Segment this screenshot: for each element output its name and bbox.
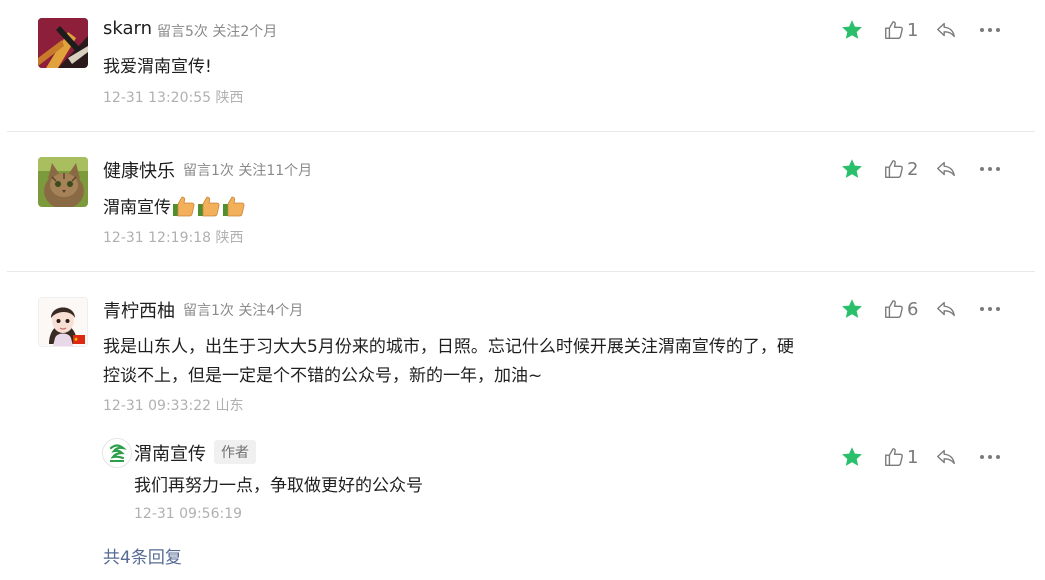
star-icon	[842, 20, 862, 39]
reply-icon	[937, 161, 955, 177]
user-meta: 留言1次 关注11个月	[183, 163, 313, 179]
user-meta: 留言1次 关注4个月	[183, 303, 304, 319]
star-icon	[842, 299, 862, 318]
star-icon	[842, 159, 862, 178]
like-count: 1	[907, 446, 919, 468]
divider	[7, 271, 1035, 272]
more-icon	[980, 28, 1000, 32]
like-button[interactable]: 1	[883, 443, 918, 471]
reply-button[interactable]	[935, 155, 957, 183]
reply-time: 12-31 09:56:19	[134, 506, 243, 522]
thumbs-up-emoji-icon	[198, 196, 220, 217]
comment-actions: 6	[838, 295, 1008, 323]
comment-time: 12-31 09:33:22 山东	[103, 398, 244, 414]
reply-icon	[937, 22, 955, 38]
reply-icon	[937, 301, 955, 317]
like-button[interactable]: 1	[883, 16, 918, 44]
abstract-avatar-icon	[38, 18, 88, 68]
reply-nickname[interactable]: 渭南宣传	[134, 440, 206, 466]
reply-button[interactable]	[935, 443, 957, 471]
thumbs-up-icon	[885, 160, 903, 178]
more-icon	[980, 167, 1000, 171]
star-button[interactable]	[840, 443, 864, 471]
comment-content: 我爱渭南宣传!	[103, 57, 212, 77]
more-replies-link[interactable]: 共4条回复	[103, 543, 182, 568]
thumbs-up-icon	[885, 448, 903, 466]
more-button[interactable]	[978, 16, 1002, 44]
comment-actions: 2	[838, 155, 1008, 183]
like-count: 2	[907, 158, 919, 180]
star-button[interactable]	[840, 295, 864, 323]
comment-content-line: 控谈不上，但是一定是个不错的公众号，新的一年，加油~	[103, 366, 543, 386]
avatar[interactable]	[38, 18, 88, 68]
like-count: 1	[907, 19, 919, 41]
comment-actions: 1	[838, 16, 1008, 44]
thumbs-up-emoji-icon	[173, 196, 195, 217]
star-button[interactable]	[840, 155, 864, 183]
weinan-logo-icon	[103, 439, 131, 467]
more-button[interactable]	[978, 295, 1002, 323]
like-button[interactable]: 2	[883, 155, 918, 183]
comment-content-line: 我是山东人，出生于习大大5月份来的城市，日照。忘记什么时候开展关注渭南宣传的了，…	[103, 337, 794, 357]
divider	[7, 131, 1035, 132]
like-count: 6	[907, 298, 919, 320]
thumbs-up-icon	[885, 300, 903, 318]
reply-icon	[937, 449, 955, 465]
thumbs-up-icon	[885, 21, 903, 39]
more-icon	[980, 307, 1000, 311]
avatar[interactable]	[38, 297, 88, 347]
reply-button[interactable]	[935, 295, 957, 323]
more-button[interactable]	[978, 155, 1002, 183]
more-button[interactable]	[978, 443, 1002, 471]
girl-avatar-icon	[39, 298, 87, 346]
nickname[interactable]: 健康快乐	[103, 157, 175, 183]
reply-content: 我们再努力一点，争取做更好的公众号	[134, 476, 423, 496]
avatar[interactable]	[38, 157, 88, 207]
thumbs-up-emoji-icon	[223, 196, 245, 217]
comment-time: 12-31 12:19:18 陕西	[103, 230, 244, 246]
nickname[interactable]: skarn	[103, 18, 152, 39]
comment-time: 12-31 13:20:55 陕西	[103, 90, 244, 106]
comment-content: 渭南宣传	[103, 193, 246, 223]
like-button[interactable]: 6	[883, 295, 918, 323]
comment-text: 渭南宣传	[103, 198, 171, 218]
reply-actions: 1	[838, 443, 1008, 471]
user-meta: 留言5次 关注2个月	[157, 24, 278, 40]
reply-button[interactable]	[935, 16, 957, 44]
nickname[interactable]: 青柠西柚	[103, 297, 175, 323]
star-icon	[842, 447, 862, 466]
more-icon	[980, 455, 1000, 459]
star-button[interactable]	[840, 16, 864, 44]
avatar[interactable]	[102, 438, 132, 468]
cat-avatar-icon	[38, 157, 88, 207]
thumbs-up-emoji-group	[171, 196, 246, 218]
author-badge: 作者	[214, 440, 256, 464]
